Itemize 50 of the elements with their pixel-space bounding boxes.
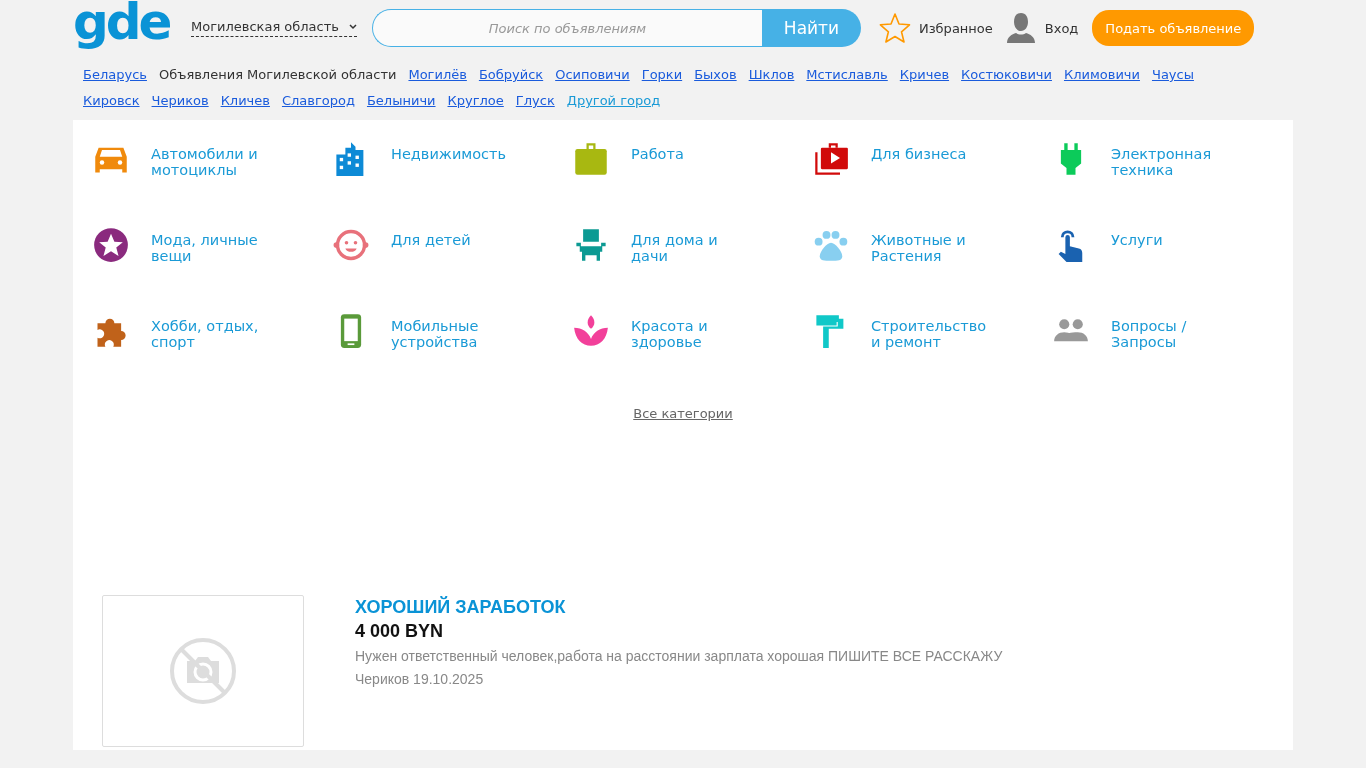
city-link[interactable]: Костюковичи [961,65,1052,85]
city-link[interactable]: Быхов [694,65,737,85]
city-link[interactable]: Чериков [151,91,209,111]
city-link[interactable]: Климовичи [1063,65,1140,85]
listing-location-date: Чериков 19.10.2025 [355,670,485,689]
current-page-label: Объявления Могилевской области [158,66,397,84]
category-link[interactable]: Мобильные устройства [333,312,573,398]
category-link[interactable]: Электронная техника [1053,140,1293,226]
star-icon [878,12,911,44]
user-icon [1004,12,1037,44]
city-link[interactable]: Шклов [748,65,795,85]
category-link[interactable]: Для детей [333,226,573,312]
city-link[interactable]: Осиповичи [555,65,630,85]
city-link[interactable]: Чаусы [1151,65,1194,85]
city-link[interactable]: Мстиславль [806,65,888,85]
city-link[interactable]: Кировск [83,91,140,111]
city-link[interactable]: Круглое [447,91,504,111]
category-link[interactable]: Работа [573,140,813,226]
search-field[interactable]: Поиск по объявлениям [371,9,762,47]
city-link[interactable]: Бобруйск [478,65,544,85]
city-link[interactable]: Глуск [515,91,555,111]
favorites-link[interactable]: Избранное [878,12,993,44]
category-link[interactable]: Автомобили и мотоциклы [93,140,333,226]
category-link[interactable]: Услуги [1053,226,1293,312]
category-link[interactable]: Недвижимость [333,140,573,226]
category-link[interactable]: Строительство и ремонт [813,312,1053,398]
all-categories-link[interactable]: Все категории [633,406,733,421]
city-link[interactable]: Беларусь [83,65,147,85]
caret-icon [348,23,357,30]
city-link[interactable]: Славгород [281,91,355,111]
listing-title-link[interactable]: ХОРОШИЙ ЗАРАБОТОК [355,596,1003,618]
city-link[interactable]: Белыничи [366,91,436,111]
category-link[interactable]: Для дома и дачи [573,226,813,312]
city-link[interactable]: Кричев [899,65,950,85]
category-link[interactable]: Хобби, отдых, спорт [93,312,333,398]
site-logo[interactable]: gde [73,0,173,52]
category-link[interactable]: Вопросы / Запросы [1053,312,1293,398]
region-selector[interactable]: Могилевская область [191,19,357,37]
no-photo-icon [169,637,237,705]
login-link[interactable]: Вход [1004,12,1079,44]
category-link[interactable]: Мода, личные вещи [93,226,333,312]
category-link[interactable]: Для бизнеса [813,140,1053,226]
city-link[interactable]: Могилёв [408,65,467,85]
category-link[interactable]: Красота и здоровье [573,312,813,398]
city-link[interactable]: Горки [641,65,683,85]
city-link[interactable]: Кличев [220,91,270,111]
listing-description: Нужен ответственный человек,работа на расстоянии зарплата хорошая ПИШИТЕ ВСЕ РАССКАЖУ [355,647,1003,666]
listing-price: 4 000 BYN [355,620,445,643]
other-city-link[interactable]: Другой город [566,91,661,111]
category-link[interactable]: Животные и Растения [813,226,1053,312]
